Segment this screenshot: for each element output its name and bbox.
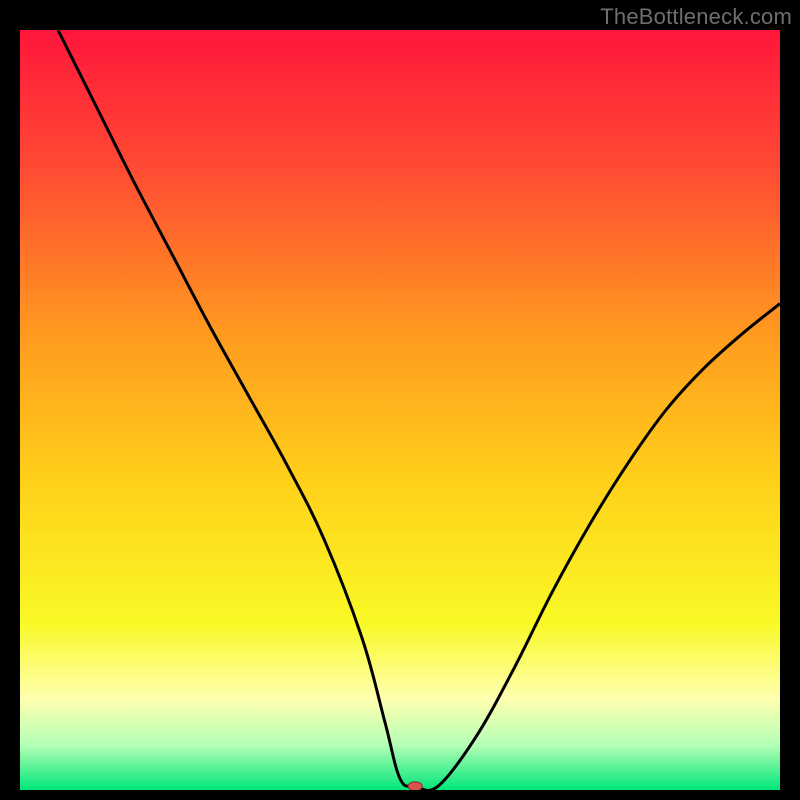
chart-frame: TheBottleneck.com [0, 0, 800, 800]
bottleneck-marker [408, 782, 422, 790]
plot-area [20, 30, 780, 790]
bottleneck-chart [20, 30, 780, 790]
watermark-text: TheBottleneck.com [600, 4, 792, 30]
